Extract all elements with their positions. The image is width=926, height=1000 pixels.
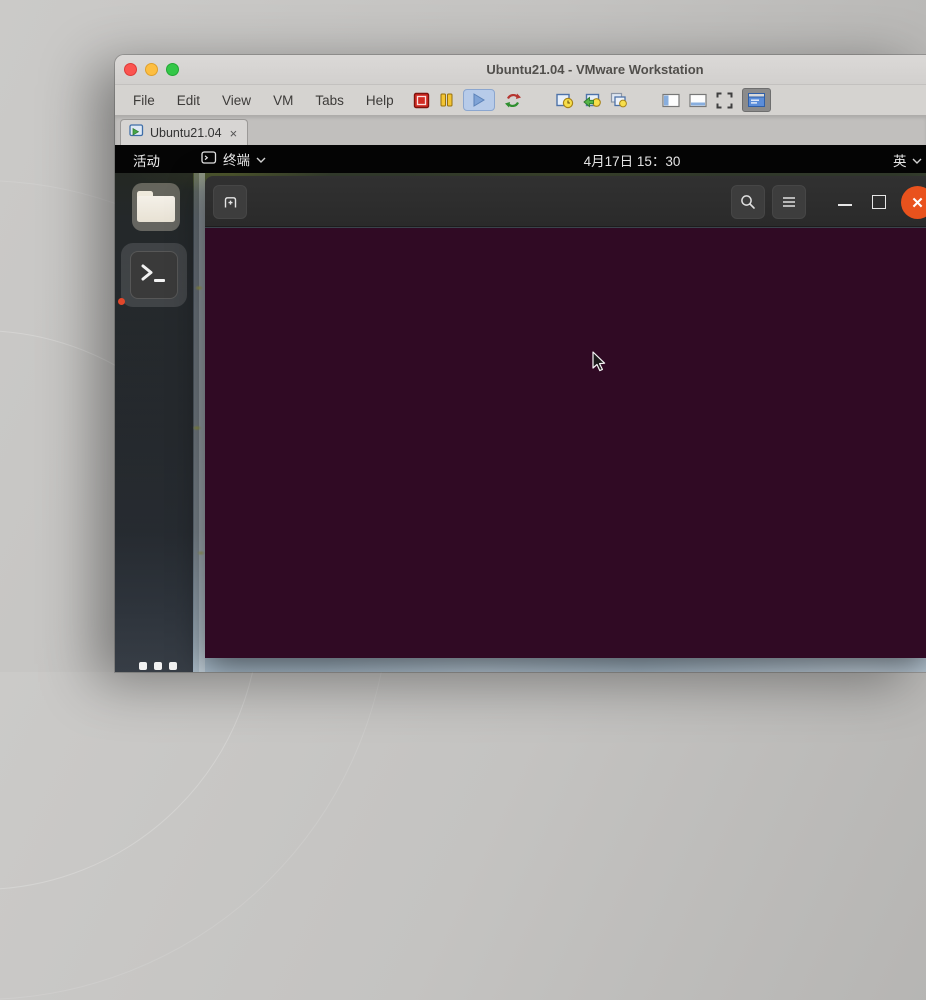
hamburger-menu-button[interactable] [772,185,806,219]
grid-dot [154,662,162,670]
tab-strip: Ubuntu21.04 × [115,115,926,145]
tab-label: Ubuntu21.04 [150,126,222,140]
chevron-down-icon [912,153,922,168]
vmware-workstation-window: Ubuntu21.04 - VMware Workstation File Ed… [115,55,926,672]
zoom-window-button[interactable] [166,63,179,76]
fullscreen-icon[interactable] [716,92,733,109]
unity-console-icon[interactable] [742,88,771,112]
menu-view[interactable]: View [211,89,262,112]
menu-bar: File Edit View VM Tabs Help [115,85,926,115]
minimize-window-button[interactable] [145,63,158,76]
input-method-label: 英 [893,150,907,170]
running-indicator [118,298,125,305]
tab-ubuntu2104[interactable]: Ubuntu21.04 × [120,119,248,146]
search-button[interactable] [731,185,765,219]
input-method-indicator[interactable]: 英 [893,150,922,170]
menu-edit[interactable]: Edit [166,89,211,112]
menu-tabs[interactable]: Tabs [304,89,355,112]
menu-vm[interactable]: VM [262,89,304,112]
terminal-window: ✕ [205,176,926,658]
search-icon [739,193,757,211]
revert-snapshot-icon[interactable] [583,92,601,109]
terminal-app-icon [130,251,178,299]
show-library-icon[interactable] [662,93,680,108]
close-window-button[interactable] [124,63,137,76]
reset-icon[interactable] [504,92,522,109]
close-icon: ✕ [911,194,924,212]
menu-help[interactable]: Help [355,89,405,112]
gnome-dock [115,173,193,672]
traffic-lights [124,63,179,76]
dock-item-files[interactable] [132,183,180,231]
terminal-screen[interactable] [205,228,926,658]
hamburger-icon [781,194,797,210]
grid-dot [139,662,147,670]
mouse-cursor [592,351,608,378]
snapshot-manager-icon[interactable] [610,92,628,109]
gnome-top-bar: 活动 终端 4月17日 15：30 英 [115,145,926,173]
terminal-header-bar[interactable]: ✕ [205,176,926,227]
app-menu-label: 终端 [223,149,250,169]
new-tab-button[interactable] [213,185,247,219]
take-snapshot-icon[interactable] [556,92,574,109]
maximize-button[interactable] [872,195,886,209]
show-thumbnail-bar-icon[interactable] [689,93,707,108]
guest-screen: 活动 终端 4月17日 15：30 英 [115,145,926,672]
show-applications-button[interactable] [139,662,177,670]
play-icon[interactable] [463,89,495,111]
desktop: { "host_window": { "title": "Ubuntu21.04… [0,0,926,672]
terminal-mini-icon [201,150,217,168]
app-menu-terminal[interactable]: 终端 [201,149,266,169]
menu-file[interactable]: File [122,89,166,112]
power-off-icon[interactable] [413,92,430,109]
pause-icon[interactable] [439,92,454,108]
activities-button[interactable]: 活动 [133,150,160,170]
vm-toolbar [413,88,771,112]
grid-dot [169,662,177,670]
window-title: Ubuntu21.04 - VMware Workstation [486,62,703,77]
tab-close-icon[interactable]: × [228,126,240,141]
chevron-down-icon [256,152,266,167]
minimize-button[interactable] [838,204,852,206]
dock-item-terminal[interactable] [121,243,187,307]
vm-tab-icon [129,123,144,143]
clock-button[interactable]: 4月17日 15：30 [584,150,681,170]
close-button[interactable]: ✕ [901,186,926,219]
title-bar: Ubuntu21.04 - VMware Workstation [115,55,926,85]
